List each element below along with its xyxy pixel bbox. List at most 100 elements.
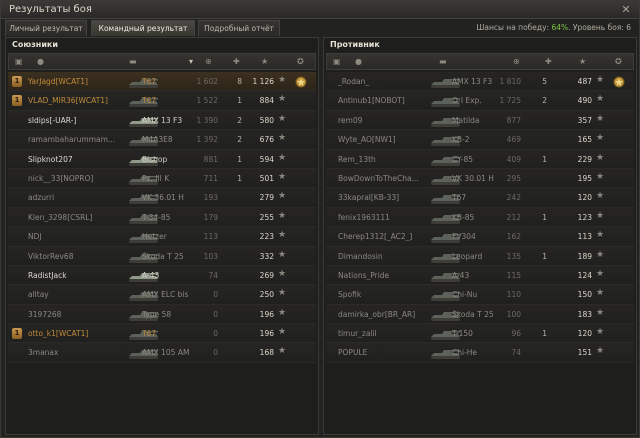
allies-panel: Союзники ▣ ● ▬ ▾ ⊕ ✚ ★ ✪ 1 YarJagd[WCAT1]… bbox=[5, 37, 319, 435]
damage-value: 1 390 bbox=[196, 115, 218, 125]
table-row[interactable]: sldips[-UAR-] AMX 13 F3 1 390 2 580 ★ bbox=[8, 110, 316, 131]
table-row[interactable]: Cherep1312[_AC2_] FV304 162 113 ★ bbox=[326, 227, 634, 247]
star-icon: ★ bbox=[278, 75, 287, 85]
kills-value: 1 bbox=[542, 329, 547, 339]
table-row[interactable]: ViktorRev68 Škoda T 25 103 332 ★ bbox=[8, 246, 316, 266]
star-icon: ★ bbox=[278, 268, 287, 279]
xp-value: 196 bbox=[259, 329, 274, 339]
star-icon: ★ bbox=[278, 288, 287, 299]
table-row[interactable]: ramambaharummam... M4A3E8 1 392 2 676 ★ bbox=[8, 130, 316, 150]
table-row[interactable]: Spofik Chi-Nu 110 150 ★ bbox=[326, 285, 634, 305]
medal-column-icon[interactable]: ✪ bbox=[297, 57, 304, 66]
close-icon[interactable]: ✕ bbox=[619, 3, 633, 16]
table-row[interactable]: fenix1963111 KB-85 212 1 123 ★ bbox=[326, 207, 634, 228]
table-row[interactable]: Dimandosin Leopard 135 1 189 ★ bbox=[326, 246, 634, 266]
star-icon: ★ bbox=[596, 307, 605, 318]
tab-personal-result[interactable]: Личный результат bbox=[5, 20, 87, 36]
table-row[interactable]: 1 VLAD_MIR36[WCAT1] T67 1 522 1 884 ★ bbox=[8, 91, 316, 111]
star-icon: ★ bbox=[278, 327, 287, 338]
xp-value: 357 bbox=[577, 115, 592, 125]
tank-column-icon[interactable]: ▬ bbox=[129, 57, 137, 66]
star-icon: ★ bbox=[596, 346, 605, 357]
table-row[interactable]: alltay AMX ELC bis 0 250 ★ bbox=[8, 285, 316, 305]
kills-column-icon[interactable]: ✚ bbox=[545, 57, 552, 66]
table-row[interactable]: nick__33[NOPRO] Pz. III K 711 1 501 ★ bbox=[8, 168, 316, 189]
table-row[interactable]: Slipknot207 Bishop 881 1 594 ★ bbox=[8, 149, 316, 169]
player-name[interactable]: adzurri bbox=[28, 193, 138, 202]
player-name[interactable]: NDJ bbox=[28, 232, 138, 241]
player-name[interactable]: RadistJack bbox=[28, 271, 138, 280]
star-icon: ★ bbox=[278, 152, 287, 163]
kills-value: 1 bbox=[542, 212, 547, 222]
table-row[interactable]: NDJ Hetzer 113 223 ★ bbox=[8, 227, 316, 247]
table-row[interactable]: Wyte_AO[NW1] KB-2 469 165 ★ bbox=[326, 130, 634, 150]
table-row[interactable]: rem09 Matilda 877 357 ★ bbox=[326, 110, 634, 131]
star-icon: ★ bbox=[596, 94, 605, 105]
player-name[interactable]: otto_k1[WCAT1] bbox=[28, 329, 138, 338]
table-row[interactable]: Klen_3298[CSRL] T-34-85 179 255 ★ bbox=[8, 207, 316, 228]
player-column-icon[interactable]: ● bbox=[37, 57, 44, 66]
tank-column-icon[interactable]: ▬ bbox=[439, 57, 447, 66]
player-name[interactable]: 3197268 bbox=[28, 310, 138, 319]
table-row[interactable]: Antinub1[NOBOT] O-I Exp. 1 725 2 490 ★ bbox=[326, 91, 634, 111]
xp-value: 183 bbox=[577, 309, 592, 319]
window-titlebar: Результаты боя ✕ bbox=[1, 1, 639, 19]
table-row[interactable]: POPULE Chi-He 74 151 ★ bbox=[326, 343, 634, 363]
star-icon: ★ bbox=[278, 171, 287, 182]
player-name[interactable]: sldips[-UAR-] bbox=[28, 116, 138, 125]
medal-icon[interactable] bbox=[294, 74, 308, 89]
win-chance-value: 64% bbox=[551, 23, 569, 32]
damage-value: 115 bbox=[506, 270, 521, 280]
player-name[interactable]: alltay bbox=[28, 290, 138, 299]
damage-column-icon[interactable]: ⊕ bbox=[513, 57, 520, 66]
table-row[interactable]: 3manax AMX 105 AM 0 168 ★ bbox=[8, 343, 316, 363]
xp-value: 123 bbox=[577, 212, 592, 222]
xp-value: 165 bbox=[577, 135, 592, 145]
table-row[interactable]: Nations_Pride A-43 115 124 ★ bbox=[326, 265, 634, 286]
star-icon: ★ bbox=[278, 191, 287, 202]
kills-value: 2 bbox=[237, 115, 242, 125]
star-icon: ★ bbox=[278, 230, 287, 241]
table-row[interactable]: Rem_13th CY-85 409 1 229 ★ bbox=[326, 149, 634, 169]
table-row[interactable]: 3197268 Type 58 0 196 ★ bbox=[8, 304, 316, 325]
medal-column-icon[interactable]: ✪ bbox=[615, 57, 622, 66]
tab-detailed-report[interactable]: Подробный отчёт bbox=[198, 20, 280, 36]
damage-column-icon[interactable]: ⊕ bbox=[205, 57, 212, 66]
table-row[interactable]: RadistJack A-43 74 269 ★ bbox=[8, 265, 316, 286]
star-icon: ★ bbox=[278, 210, 287, 221]
platoon-column-icon[interactable]: ▣ bbox=[15, 57, 23, 66]
damage-value: 103 bbox=[203, 251, 218, 261]
star-icon: ★ bbox=[278, 346, 287, 357]
table-row[interactable]: 33kapral[KB-33] T67 242 120 ★ bbox=[326, 188, 634, 208]
platoon-badge-icon: 1 bbox=[12, 95, 22, 107]
player-name[interactable]: nick__33[NOPRO] bbox=[28, 174, 138, 183]
damage-value: 1 810 bbox=[499, 77, 521, 86]
player-name[interactable]: VLAD_MIR36[WCAT1] bbox=[28, 96, 138, 105]
star-icon: ★ bbox=[596, 327, 605, 338]
table-row[interactable]: damirka_obr[BR_AR] Škoda T 25 100 183 ★ bbox=[326, 304, 634, 325]
damage-value: 113 bbox=[203, 232, 218, 242]
xp-value: 124 bbox=[577, 270, 592, 280]
tab-team-result[interactable]: Командный результат bbox=[91, 20, 195, 36]
table-row[interactable]: BowDownToTheCha... VK 30.01 H 295 195 ★ bbox=[326, 168, 634, 189]
table-row[interactable]: timur_zalil T-150 96 1 120 ★ bbox=[326, 324, 634, 344]
medal-icon[interactable] bbox=[612, 74, 626, 89]
xp-column-icon[interactable]: ★ bbox=[261, 57, 268, 66]
player-name[interactable]: Klen_3298[CSRL] bbox=[28, 213, 138, 222]
platoon-column-icon[interactable]: ▣ bbox=[333, 57, 341, 66]
table-row[interactable]: 1 otto_k1[WCAT1] T67 0 196 ★ bbox=[8, 324, 316, 344]
table-row[interactable]: 1 YarJagd[WCAT1] T67 1 602 8 1 126 ★ bbox=[8, 72, 316, 92]
player-name[interactable]: ViktorRev68 bbox=[28, 252, 138, 261]
player-name[interactable]: YarJagd[WCAT1] bbox=[28, 77, 138, 86]
kills-column-icon[interactable]: ✚ bbox=[233, 57, 240, 66]
table-row[interactable]: _Rodan_ AMX 13 F3 1 810 5 487 ★ bbox=[326, 72, 634, 92]
player-column-icon[interactable]: ● bbox=[355, 57, 362, 66]
xp-value: 196 bbox=[259, 309, 274, 319]
star-icon: ★ bbox=[596, 268, 605, 279]
player-name[interactable]: ramambaharummam... bbox=[28, 135, 138, 144]
xp-column-icon[interactable]: ★ bbox=[579, 57, 586, 66]
sort-chevron-down-icon[interactable]: ▾ bbox=[189, 57, 193, 66]
player-name[interactable]: 3manax bbox=[28, 348, 138, 357]
table-row[interactable]: adzurri VK 36.01 H 193 279 ★ bbox=[8, 188, 316, 208]
player-name[interactable]: Slipknot207 bbox=[28, 155, 138, 164]
